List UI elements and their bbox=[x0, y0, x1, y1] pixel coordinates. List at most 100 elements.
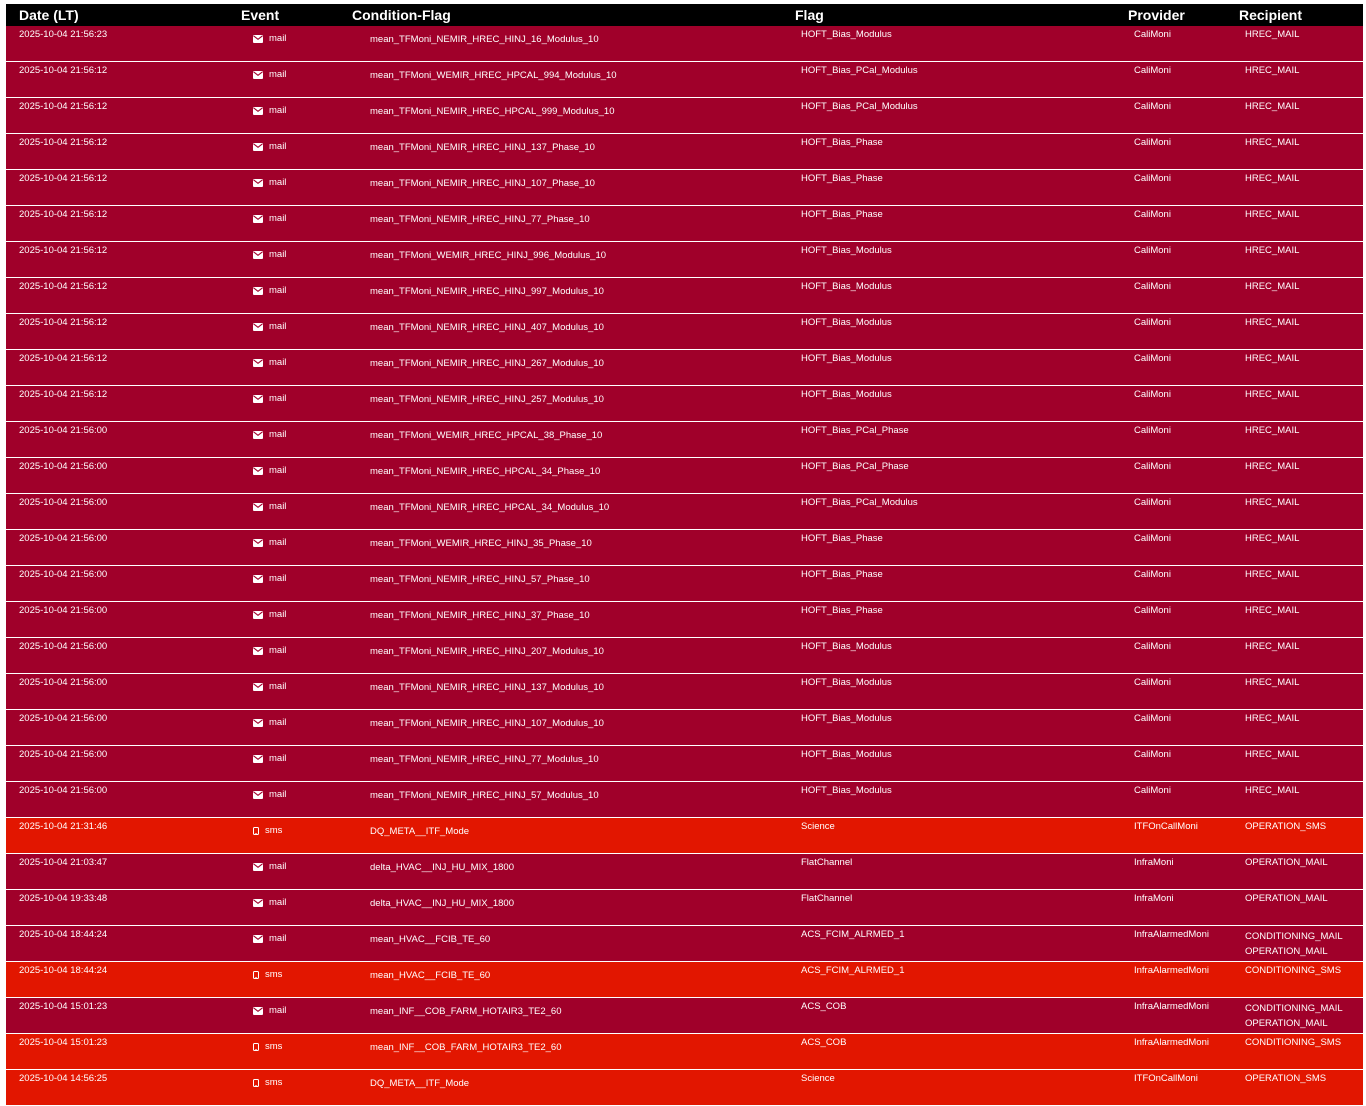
table-row[interactable]: 2025-10-04 21:56:12 mail mean_TFMoni_NEMIR… bbox=[6, 169, 1363, 206]
row-date: 2025-10-04 21:56:12 bbox=[19, 389, 108, 400]
table-row[interactable]: 2025-10-04 21:56:12 mail mean_TFMoni_WEMIR… bbox=[6, 241, 1363, 278]
row-recipient: HREC_MAIL bbox=[1239, 278, 1363, 314]
row-recipient: CONDITIONING_MAIL OPERATION_MAIL bbox=[1239, 998, 1363, 1034]
table-row[interactable]: 2025-10-04 21:56:12 mail mean_TFMoni_WEMIR… bbox=[6, 61, 1363, 98]
event-badge: mail bbox=[253, 645, 286, 656]
row-condition-flag: mean_TFMoni_NEMIR_HREC_HINJ_267_Modulus_… bbox=[370, 358, 604, 369]
table-row[interactable]: 2025-10-04 21:56:23 mail mean_TFMoni_NEMIR… bbox=[6, 26, 1363, 62]
column-header-event[interactable]: Event bbox=[241, 4, 352, 26]
recipient-item: HREC_MAIL bbox=[1245, 101, 1300, 112]
event-badge: mail bbox=[253, 465, 286, 476]
row-recipient: HREC_MAIL bbox=[1239, 638, 1363, 674]
envelope-icon bbox=[253, 358, 263, 367]
column-header-condition-flag[interactable]: Condition-Flag bbox=[352, 4, 795, 26]
event-label: mail bbox=[269, 105, 287, 116]
table-row[interactable]: 2025-10-04 21:56:12 mail mean_TFMoni_NEMIR… bbox=[6, 205, 1363, 242]
row-condition-flag: mean_TFMoni_NEMIR_HREC_HINJ_137_Modulus_… bbox=[370, 682, 604, 693]
row-flag: ACS_FCIM_ALRMED_1 bbox=[801, 929, 905, 940]
table-row[interactable]: 2025-10-04 21:56:12 mail mean_TFMoni_NEMIR… bbox=[6, 133, 1363, 170]
row-condition-flag: mean_TFMoni_WEMIR_HREC_HINJ_996_Modulus_… bbox=[370, 250, 607, 261]
row-event: mail bbox=[241, 26, 352, 62]
recipient-item: CONDITIONING_MAIL bbox=[1245, 931, 1343, 942]
row-flag: HOFT_Bias_PCal_Modulus bbox=[801, 101, 918, 112]
row-provider: CaliMoni bbox=[1134, 641, 1171, 652]
table-row[interactable]: 2025-10-04 21:56:12 mail mean_TFMoni_NEMIR… bbox=[6, 277, 1363, 314]
row-flag: Science bbox=[801, 1073, 835, 1084]
table-row[interactable]: 2025-10-04 21:56:00 mail mean_TFMoni_WEMIR… bbox=[6, 529, 1363, 566]
table-row[interactable]: 2025-10-04 18:44:24 sms mean_HVAC__FCIB_TE… bbox=[6, 961, 1363, 998]
row-date: 2025-10-04 21:56:00 bbox=[19, 425, 108, 436]
table-row[interactable]: 2025-10-04 21:56:00 mail mean_TFMoni_NEMIR… bbox=[6, 745, 1363, 782]
table-row[interactable]: 2025-10-04 21:56:00 mail mean_TFMoni_NEMIR… bbox=[6, 457, 1363, 494]
row-condition-flag: mean_TFMoni_WEMIR_HREC_HPCAL_994_Modulus… bbox=[370, 70, 617, 81]
row-condition-flag: DQ_META__ITF_Mode bbox=[370, 1078, 470, 1089]
row-event: mail bbox=[241, 494, 352, 530]
row-event: mail bbox=[241, 638, 352, 674]
table-row[interactable]: 2025-10-04 19:33:48 mail delta_HVAC__INJ_H… bbox=[6, 889, 1363, 926]
row-flag: HOFT_Bias_Phase bbox=[801, 605, 883, 616]
alerts-table: Date (LT) Event Condition-Flag Flag Prov… bbox=[6, 4, 1363, 1106]
table-row[interactable]: 2025-10-04 21:56:00 mail mean_TFMoni_WEMIR… bbox=[6, 421, 1363, 458]
event-badge: mail bbox=[253, 717, 286, 728]
table-row[interactable]: 2025-10-04 21:56:00 mail mean_TFMoni_NEMIR… bbox=[6, 493, 1363, 530]
table-row[interactable]: 2025-10-04 21:56:12 mail mean_TFMoni_NEMIR… bbox=[6, 97, 1363, 134]
row-date: 2025-10-04 21:56:12 bbox=[19, 317, 108, 328]
table-row[interactable]: 2025-10-04 21:03:47 mail delta_HVAC__INJ_H… bbox=[6, 853, 1363, 890]
mobile-phone-icon bbox=[253, 970, 259, 979]
event-badge: mail bbox=[253, 177, 286, 188]
table-row[interactable]: 2025-10-04 21:56:12 mail mean_TFMoni_NEMIR… bbox=[6, 349, 1363, 386]
envelope-icon bbox=[253, 754, 263, 763]
table-row[interactable]: 2025-10-04 21:56:00 mail mean_TFMoni_NEMIR… bbox=[6, 637, 1363, 674]
row-recipient: HREC_MAIL bbox=[1239, 206, 1363, 242]
event-label: mail bbox=[269, 717, 287, 728]
row-provider: CaliMoni bbox=[1134, 569, 1171, 580]
event-label: mail bbox=[269, 393, 287, 404]
row-provider: CaliMoni bbox=[1134, 461, 1171, 472]
row-recipient: HREC_MAIL bbox=[1239, 746, 1363, 782]
table-row[interactable]: 2025-10-04 21:56:00 mail mean_TFMoni_NEMIR… bbox=[6, 565, 1363, 602]
table-row[interactable]: 2025-10-04 15:01:23 sms mean_INF__COB_FARM… bbox=[6, 1033, 1363, 1070]
row-recipient: CONDITIONING_SMS bbox=[1239, 962, 1363, 998]
event-label: mail bbox=[269, 645, 287, 656]
event-label: mail bbox=[269, 33, 287, 44]
table-row[interactable]: 2025-10-04 21:56:00 mail mean_TFMoni_NEMIR… bbox=[6, 601, 1363, 638]
row-date: 2025-10-04 18:44:24 bbox=[19, 929, 108, 940]
table-row[interactable]: 2025-10-04 21:31:46 sms DQ_META__ITF_Mode S… bbox=[6, 817, 1363, 854]
row-flag: HOFT_Bias_Modulus bbox=[801, 389, 892, 400]
column-header-provider[interactable]: Provider bbox=[1128, 4, 1239, 26]
envelope-icon bbox=[253, 502, 263, 511]
row-provider: CaliMoni bbox=[1134, 29, 1171, 40]
row-provider: CaliMoni bbox=[1134, 209, 1171, 220]
table-row[interactable]: 2025-10-04 21:56:12 mail mean_TFMoni_NEMIR… bbox=[6, 313, 1363, 350]
table-row[interactable]: 2025-10-04 15:01:23 mail mean_INF__COB_FAR… bbox=[6, 997, 1363, 1034]
row-condition-flag: mean_TFMoni_WEMIR_HREC_HINJ_35_Phase_10 bbox=[370, 538, 592, 549]
event-label: sms bbox=[265, 1077, 283, 1088]
row-provider: CaliMoni bbox=[1134, 137, 1171, 148]
table-row[interactable]: 2025-10-04 21:56:00 mail mean_TFMoni_NEMIR… bbox=[6, 781, 1363, 818]
table-row[interactable]: 2025-10-04 21:56:12 mail mean_TFMoni_NEMIR… bbox=[6, 385, 1363, 422]
recipient-item: OPERATION_MAIL bbox=[1245, 1018, 1328, 1029]
row-date: 2025-10-04 21:56:00 bbox=[19, 461, 108, 472]
row-condition-flag: mean_TFMoni_NEMIR_HREC_HINJ_257_Modulus_… bbox=[370, 394, 604, 405]
row-condition-flag: mean_TFMoni_NEMIR_HREC_HINJ_57_Modulus_1… bbox=[370, 790, 599, 801]
row-event: mail bbox=[241, 674, 352, 710]
table-row[interactable]: 2025-10-04 21:56:00 mail mean_TFMoni_NEMIR… bbox=[6, 709, 1363, 746]
row-date: 2025-10-04 21:56:12 bbox=[19, 281, 108, 292]
row-condition-flag: DQ_META__ITF_Mode bbox=[370, 826, 470, 837]
column-header-recipient[interactable]: Recipient bbox=[1239, 4, 1363, 26]
column-header-flag[interactable]: Flag bbox=[795, 4, 1128, 26]
table-row[interactable]: 2025-10-04 18:44:24 mail mean_HVAC__FCIB_T… bbox=[6, 925, 1363, 962]
row-recipient: HREC_MAIL bbox=[1239, 62, 1363, 98]
event-label: mail bbox=[269, 573, 287, 584]
row-flag: HOFT_Bias_Modulus bbox=[801, 749, 892, 760]
row-date: 2025-10-04 21:56:12 bbox=[19, 353, 108, 364]
table-row[interactable]: 2025-10-04 14:56:25 sms DQ_META__ITF_Mode S… bbox=[6, 1069, 1363, 1106]
envelope-icon bbox=[253, 790, 263, 799]
event-badge: mail bbox=[253, 141, 286, 152]
column-header-date[interactable]: Date (LT) bbox=[6, 4, 241, 26]
row-flag: HOFT_Bias_Modulus bbox=[801, 713, 892, 724]
table-row[interactable]: 2025-10-04 21:56:00 mail mean_TFMoni_NEMIR… bbox=[6, 673, 1363, 710]
event-badge: mail bbox=[253, 933, 286, 944]
row-flag: HOFT_Bias_Phase bbox=[801, 533, 883, 544]
row-condition-flag: mean_TFMoni_NEMIR_HREC_HINJ_16_Modulus_1… bbox=[370, 34, 599, 45]
